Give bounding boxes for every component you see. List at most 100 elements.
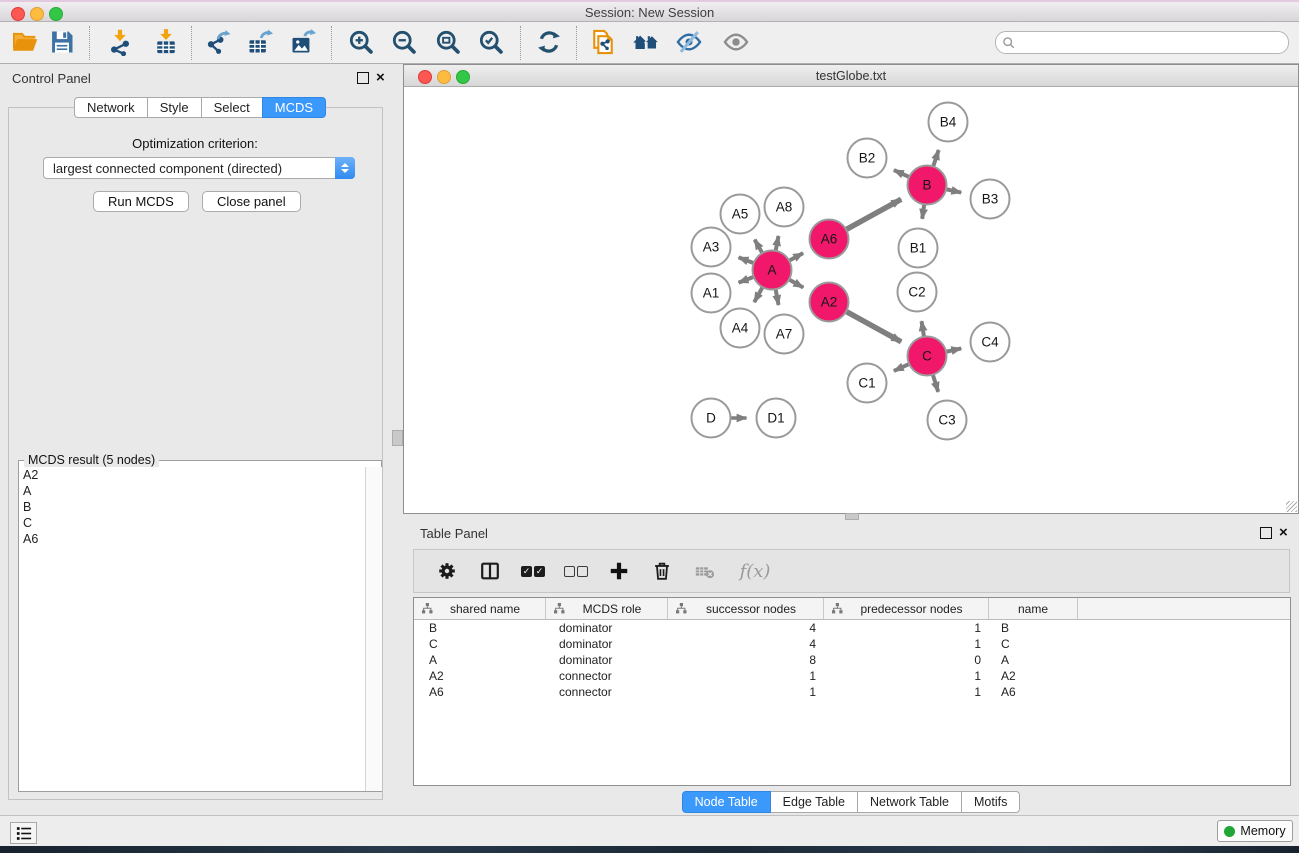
table-cell[interactable]: 0 [824, 652, 989, 668]
table-cell[interactable]: dominator [546, 652, 668, 668]
table-row[interactable]: C dominator 4 1 C [414, 636, 1290, 652]
close-panel-button[interactable]: Close panel [202, 191, 301, 212]
table-cell[interactable]: A6 [989, 684, 1078, 700]
criterion-dropdown[interactable]: largest connected component (directed) [43, 157, 355, 179]
result-list-scrollbar[interactable] [365, 467, 382, 791]
control-panel-float-icon[interactable] [357, 72, 369, 87]
graph-edge-A-A1 [739, 277, 755, 283]
show-details-eye-icon[interactable] [719, 26, 753, 60]
vertical-splitter-grip[interactable] [392, 430, 403, 446]
function-builder-icon[interactable]: f(x) [735, 558, 775, 584]
list-item[interactable]: C [19, 515, 365, 531]
table-cell[interactable]: dominator [546, 636, 668, 652]
table-cell[interactable]: 4 [668, 620, 824, 636]
graph-node-label: C [922, 349, 932, 364]
home-layout-icon[interactable] [629, 26, 663, 60]
table-cell[interactable]: B [414, 620, 546, 636]
export-table-icon[interactable] [243, 26, 277, 60]
table-cell[interactable]: dominator [546, 620, 668, 636]
import-network-icon[interactable] [103, 26, 137, 60]
table-cell[interactable]: connector [546, 684, 668, 700]
tab-select[interactable]: Select [201, 97, 263, 118]
open-session-icon[interactable] [8, 26, 42, 60]
select-all-columns-icon[interactable]: ✓✓ [520, 558, 546, 584]
table-cell[interactable]: 1 [824, 668, 989, 684]
table-cell[interactable]: 1 [668, 668, 824, 684]
graph-edge-C-C1 [894, 364, 910, 371]
zoom-fit-icon[interactable] [431, 26, 465, 60]
save-session-icon[interactable] [45, 26, 79, 60]
table-settings-gear-icon[interactable] [434, 558, 460, 584]
table-panel-float-icon[interactable] [1260, 527, 1272, 542]
run-mcds-button[interactable]: Run MCDS [93, 191, 189, 212]
export-image-icon[interactable] [286, 26, 320, 60]
column-header[interactable]: predecessor nodes [824, 598, 989, 619]
table-cell[interactable]: 8 [668, 652, 824, 668]
tab-node-table[interactable]: Node Table [682, 791, 771, 813]
graph-node-label: B2 [859, 151, 876, 166]
add-column-icon[interactable] [606, 558, 632, 584]
table-cell[interactable]: 4 [668, 636, 824, 652]
table-cell[interactable]: 1 [824, 636, 989, 652]
task-history-list-icon[interactable] [10, 822, 37, 844]
hide-details-eye-slash-icon[interactable] [672, 26, 706, 60]
delete-table-icon[interactable] [692, 558, 718, 584]
tab-network-table[interactable]: Network Table [857, 791, 962, 813]
table-cell[interactable]: A [989, 652, 1078, 668]
table-row[interactable]: B dominator 4 1 B [414, 620, 1290, 636]
table-row[interactable]: A2 connector 1 1 A2 [414, 668, 1290, 684]
split-table-view-icon[interactable] [477, 558, 503, 584]
graph-edge-A-A5 [755, 240, 763, 254]
tab-motifs[interactable]: Motifs [961, 791, 1020, 813]
zoom-out-icon[interactable] [387, 26, 421, 60]
delete-column-trash-icon[interactable] [649, 558, 675, 584]
table-cell[interactable]: C [989, 636, 1078, 652]
column-header[interactable]: MCDS role [546, 598, 668, 619]
import-table-icon[interactable] [149, 26, 183, 60]
memory-label: Memory [1240, 824, 1285, 838]
table-cell[interactable]: C [414, 636, 546, 652]
table-cell[interactable]: 1 [824, 684, 989, 700]
table-row[interactable]: A6 connector 1 1 A6 [414, 684, 1290, 700]
window-title: Session: New Session [0, 5, 1299, 20]
list-item[interactable]: B [19, 499, 365, 515]
table-cell[interactable]: A6 [414, 684, 546, 700]
list-item[interactable]: A6 [19, 531, 365, 547]
column-header[interactable]: shared name [414, 598, 546, 619]
network-window-titlebar[interactable]: testGlobe.txt [404, 65, 1298, 87]
zoom-selected-icon[interactable] [474, 26, 508, 60]
column-header[interactable]: name [989, 598, 1078, 619]
table-cell[interactable]: A [414, 652, 546, 668]
graph-node-label: B1 [910, 241, 927, 256]
export-network-icon[interactable] [201, 26, 235, 60]
list-item[interactable]: A [19, 483, 365, 499]
search-input[interactable] [995, 31, 1289, 54]
zoom-in-icon[interactable] [344, 26, 378, 60]
column-header[interactable]: successor nodes [668, 598, 824, 619]
tab-edge-table[interactable]: Edge Table [770, 791, 858, 813]
network-view-window: testGlobe.txt AA1A2A3A4A5A6A7A8BB1B2B3B4… [403, 64, 1299, 514]
toolbar-separator [191, 26, 192, 60]
graph-edge-A6-B [845, 199, 901, 230]
table-cell[interactable]: B [989, 620, 1078, 636]
table-cell[interactable]: A2 [989, 668, 1078, 684]
window-resize-grip[interactable] [1286, 501, 1297, 512]
deselect-all-columns-icon[interactable] [563, 558, 589, 584]
memory-status-icon [1224, 826, 1235, 837]
table-cell[interactable]: connector [546, 668, 668, 684]
duplicate-network-icon[interactable] [586, 26, 620, 60]
tab-network[interactable]: Network [74, 97, 148, 118]
status-bar: Memory [0, 815, 1299, 846]
table-row[interactable]: A dominator 8 0 A [414, 652, 1290, 668]
control-panel-close-icon[interactable]: × [376, 71, 385, 85]
memory-button[interactable]: Memory [1217, 820, 1293, 842]
table-cell[interactable]: 1 [668, 684, 824, 700]
network-graph[interactable]: AA1A2A3A4A5A6A7A8BB1B2B3B4CC1C2C3C4DD1 [404, 87, 1298, 513]
tab-style[interactable]: Style [147, 97, 202, 118]
refresh-view-icon[interactable] [532, 26, 566, 60]
table-cell[interactable]: 1 [824, 620, 989, 636]
list-item[interactable]: A2 [19, 467, 365, 483]
table-cell[interactable]: A2 [414, 668, 546, 684]
tab-mcds[interactable]: MCDS [262, 97, 326, 118]
table-panel-close-icon[interactable]: × [1279, 526, 1288, 540]
